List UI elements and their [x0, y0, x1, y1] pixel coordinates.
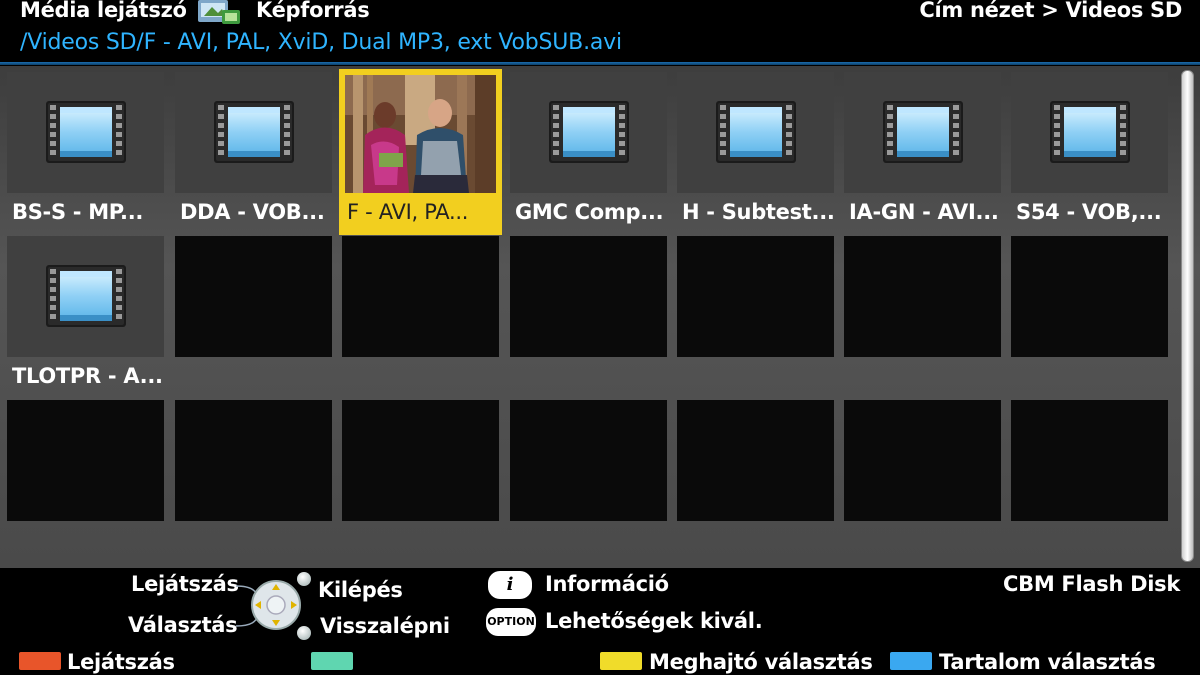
empty-tile	[175, 236, 332, 357]
media-tile[interactable]: F - AVI, PA...	[339, 69, 502, 235]
info-hint-label: Információ	[545, 572, 669, 596]
navigation-pad-icon	[251, 580, 301, 630]
empty-tile	[677, 400, 834, 521]
blue-key-icon	[890, 652, 932, 670]
red-key-label: Lejátszás	[67, 650, 175, 674]
media-tile[interactable]: S54 - VOB,...	[1011, 72, 1168, 224]
option-button-icon: OPTION	[486, 608, 536, 636]
device-name: CBM Flash Disk	[1003, 572, 1180, 596]
blue-key-label: Tartalom választás	[939, 650, 1156, 674]
film-icon	[46, 101, 126, 163]
empty-tile	[677, 236, 834, 357]
media-tile[interactable]: BS-S - MP...	[7, 72, 164, 224]
empty-tile	[844, 236, 1001, 357]
empty-tile	[844, 400, 1001, 521]
yellow-key-icon	[600, 652, 642, 670]
options-hint-label: Lehetőségek kivál.	[545, 609, 763, 633]
tile-label: TLOTPR - A...	[12, 364, 163, 388]
back-hint-label: Visszalépni	[320, 614, 450, 638]
tile-label: GMC Comp...	[515, 200, 664, 224]
film-icon	[716, 101, 796, 163]
green-key-icon	[311, 652, 353, 670]
media-tile[interactable]: IA-GN - AVI...	[844, 72, 1001, 224]
exit-button-icon	[297, 572, 311, 586]
film-icon	[883, 101, 963, 163]
header-bar: Média lejátszó Képforrás Cím nézet > Vid…	[0, 0, 1200, 65]
film-icon	[214, 101, 294, 163]
film-icon	[1050, 101, 1130, 163]
play-hint-label: Lejátszás	[131, 572, 239, 596]
empty-tile	[175, 400, 332, 521]
empty-tile	[1011, 236, 1168, 357]
empty-tile	[342, 400, 499, 521]
media-source-icon	[198, 0, 240, 24]
scrollbar[interactable]	[1181, 70, 1194, 562]
yellow-key-label: Meghajtó választás	[649, 650, 873, 674]
empty-tile	[510, 400, 667, 521]
empty-tile	[342, 236, 499, 357]
tile-label: F - AVI, PA...	[347, 200, 469, 224]
select-hint-label: Választás	[128, 613, 238, 637]
back-button-icon	[297, 626, 311, 640]
media-tile[interactable]: DDA - VOB...	[175, 72, 332, 224]
current-path: /Videos SD/F - AVI, PAL, XviD, Dual MP3,…	[20, 30, 622, 55]
tile-label: DDA - VOB...	[180, 200, 325, 224]
exit-hint-label: Kilépés	[318, 578, 403, 602]
view-breadcrumb: Cím nézet > Videos SD	[919, 0, 1182, 22]
tile-label: H - Subtest...	[682, 200, 835, 224]
empty-tile	[1011, 400, 1168, 521]
media-tile[interactable]: H - Subtest...	[677, 72, 835, 224]
app-title: Média lejátszó	[20, 0, 187, 22]
video-thumbnail	[345, 75, 496, 193]
media-tile[interactable]: TLOTPR - A...	[7, 236, 164, 388]
tile-label: S54 - VOB,...	[1016, 200, 1162, 224]
film-icon	[46, 265, 126, 327]
scrollbar-thumb[interactable]	[1182, 71, 1193, 561]
media-tile[interactable]: GMC Comp...	[510, 72, 667, 224]
film-icon	[549, 101, 629, 163]
media-grid: BS-S - MP... DDA - VOB... F - AVI, PA...	[7, 69, 1169, 562]
red-key-icon	[19, 652, 61, 670]
footer-help-bar: Lejátszás Választás Kilépés Visszalépni …	[0, 568, 1200, 675]
empty-tile	[7, 400, 164, 521]
tile-label: BS-S - MP...	[12, 200, 144, 224]
source-label: Képforrás	[256, 0, 370, 22]
info-button-icon: i	[488, 571, 532, 599]
tile-label: IA-GN - AVI...	[849, 200, 999, 224]
header-divider	[0, 62, 1200, 65]
media-browser-panel: BS-S - MP... DDA - VOB... F - AVI, PA...	[0, 66, 1200, 568]
empty-tile	[510, 236, 667, 357]
